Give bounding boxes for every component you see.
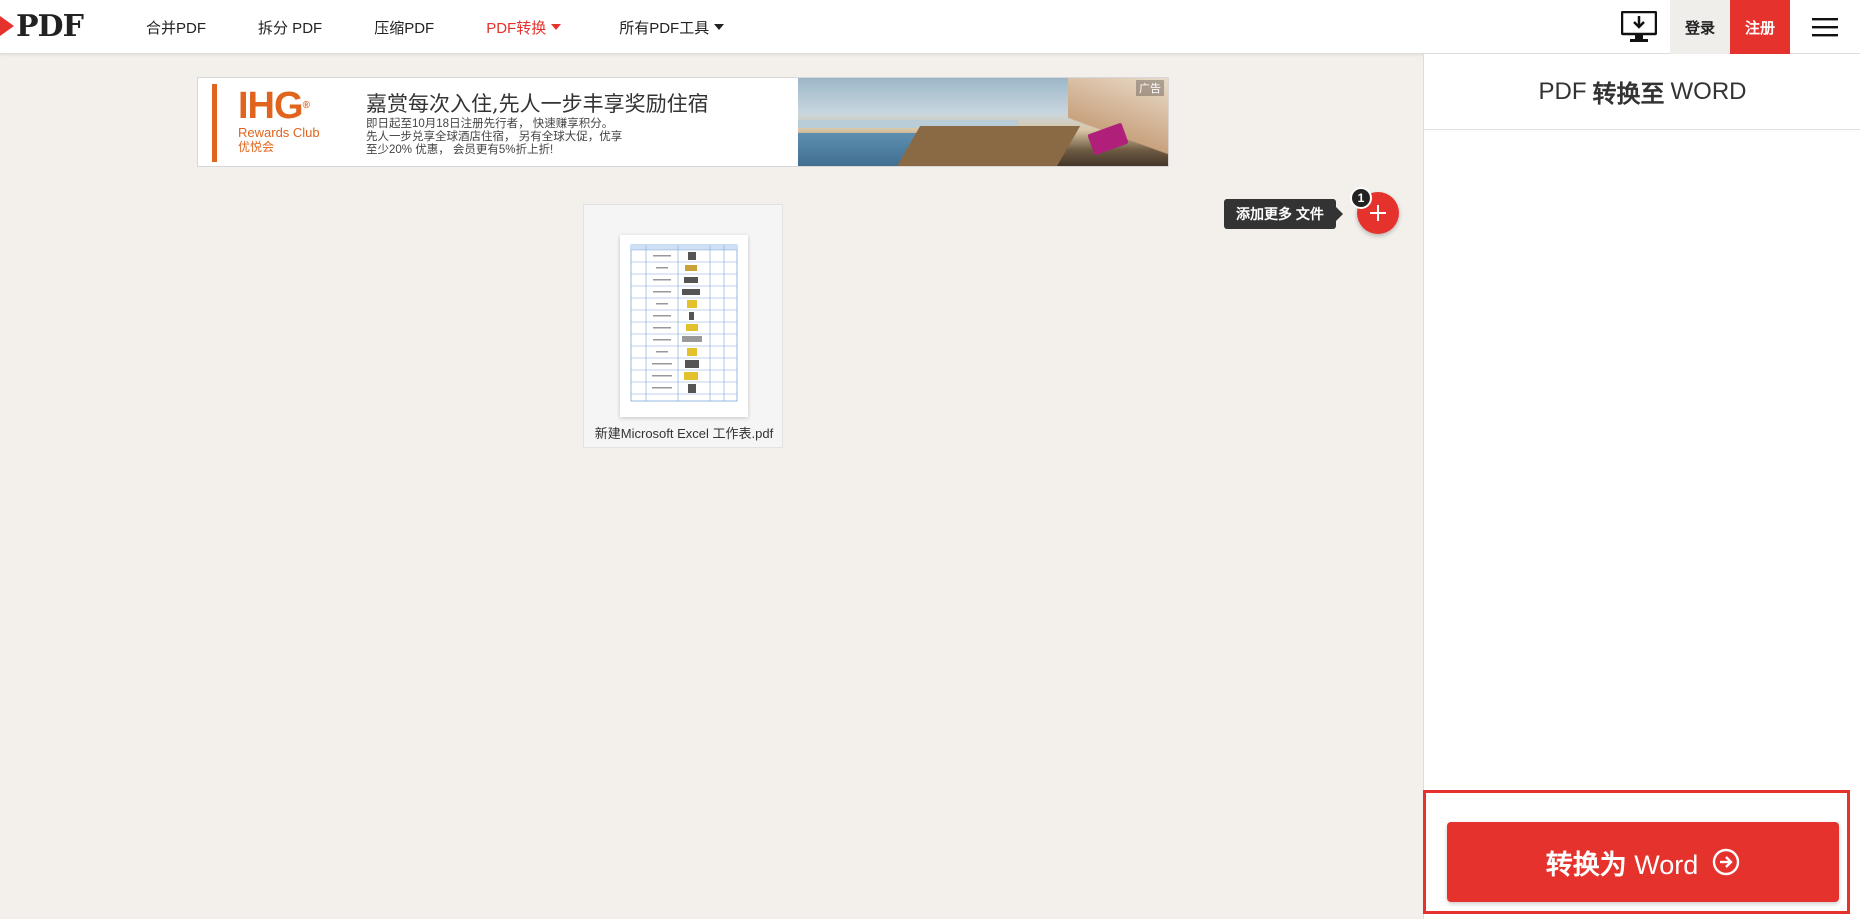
desktop-app-button[interactable] [1608, 0, 1670, 54]
nav-convert-pdf[interactable]: PDF转换 [486, 17, 562, 38]
signup-button[interactable]: 注册 [1730, 0, 1790, 54]
account-area: 登录 注册 [1608, 0, 1860, 54]
ad-brand-logo: IHG® Rewards Club 优悦会 [238, 85, 320, 154]
ad-label: 广告 [1136, 80, 1164, 96]
convert-button-label: 转换为 Word [1546, 843, 1699, 882]
convert-to-word-button[interactable]: 转换为 Word [1447, 822, 1839, 902]
file-name: 新建Microsoft Excel 工作表.pdf [594, 426, 774, 441]
ad-body-line: 先人一步兑享全球酒店住宿， 另有全球大促，优享 [366, 131, 623, 143]
file-card[interactable]: 新建Microsoft Excel 工作表.pdf [583, 204, 783, 448]
chevron-down-icon [551, 24, 562, 30]
ad-body-line: 至少20% 优惠， 会员更有5%折上折! [366, 144, 554, 156]
login-button[interactable]: 登录 [1670, 0, 1730, 54]
convert-label-cn: 转换为 [1545, 849, 1627, 880]
logo-text: PDF [16, 8, 84, 44]
main-nav: 合并PDF 拆分 PDF 压缩PDF PDF转换 所有PDF工具 [146, 0, 776, 54]
sidebar-title-mid: 转换至 [1592, 81, 1665, 108]
nav-merge-pdf[interactable]: 合并PDF [146, 17, 206, 38]
nav-convert-pdf-label: PDF转换 [486, 19, 547, 37]
ad-brand-sub: Rewards Club [238, 125, 320, 140]
nav-split-pdf[interactable]: 拆分 PDF [258, 17, 322, 38]
plus-icon [1370, 205, 1386, 221]
file-count-badge: 1 [1350, 187, 1372, 209]
file-thumbnail [620, 235, 748, 417]
sidebar-title-post: WORD [1670, 77, 1747, 105]
add-more-files-tooltip: 添加更多 文件 [1224, 199, 1343, 229]
nav-merge-pdf-label: 合并PDF [146, 19, 207, 37]
nav-all-tools[interactable]: 所有PDF工具 [619, 17, 725, 38]
ad-body: 即日起至10月18日注册先行者， 快速赚享积分。 先人一步兑享全球酒店住宿， 另… [366, 118, 666, 157]
chevron-down-icon [714, 24, 725, 30]
desktop-download-icon [1621, 11, 1657, 42]
sidebar-title: PDF 转换至 WORD [1424, 54, 1860, 130]
top-bar: PDF 合并PDF 拆分 PDF 压缩PDF PDF转换 所有PDF工具 登录 … [0, 0, 1860, 54]
nav-compress-pdf[interactable]: 压缩PDF [374, 17, 434, 38]
spreadsheet-preview-icon [630, 244, 738, 402]
ad-headline: 嘉赏每次入住,先人一步丰享奖励住宿 [366, 92, 709, 116]
arrow-right-circle-icon [1712, 848, 1740, 876]
ad-brand-sub-cn: 优悦会 [238, 140, 275, 154]
ad-brand: IHG [238, 85, 304, 127]
hamburger-icon [1812, 18, 1838, 37]
logo[interactable]: PDF [0, 8, 84, 44]
ad-accent-bar [212, 84, 217, 162]
sidebar-title-pre: PDF [1538, 77, 1587, 105]
nav-compress-pdf-label: 压缩PDF [374, 19, 435, 37]
convert-label-en: Word [1634, 849, 1699, 880]
ad-banner[interactable]: IHG® Rewards Club 优悦会 嘉赏每次入住,先人一步丰享奖励住宿 … [197, 77, 1169, 167]
hamburger-menu-button[interactable] [1790, 0, 1860, 54]
nav-split-pdf-label: 拆分 PDF [258, 19, 323, 37]
logo-mark-icon [0, 16, 14, 36]
ad-photo [798, 78, 1168, 166]
ad-body-line: 即日起至10月18日注册先行者， 快速赚享积分。 [366, 118, 614, 130]
nav-all-tools-label: 所有PDF工具 [619, 19, 710, 37]
